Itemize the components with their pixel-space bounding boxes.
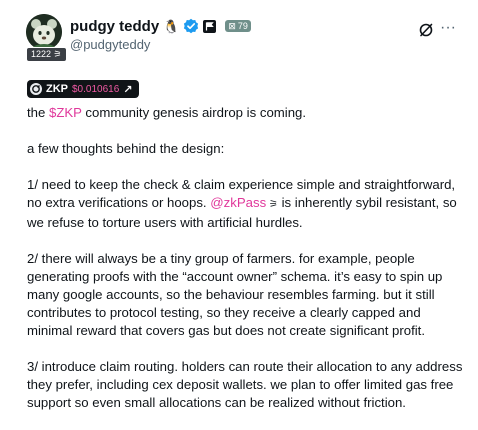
author-handle[interactable]: @pudgyteddy [70,37,150,52]
ticker-price: $0.010616 [72,83,120,95]
level-badge: 1222 ⚞ [26,47,67,62]
mention-badge-icon: ⚞ [266,199,278,210]
paragraph: 1/ need to keep the check & claim experi… [27,177,457,230]
flag-icon[interactable] [203,19,217,33]
zkp-logo-icon [30,83,42,95]
mention-link[interactable]: @zkPass [210,195,266,210]
grok-icon[interactable] [418,22,434,38]
score-icon: ⊠ [228,21,236,31]
paragraph: 3/ introduce claim routing. holders can … [27,359,463,410]
paragraph: the $ZKP community genesis airdrop is co… [27,105,307,120]
ticker-symbol: ZKP [46,83,68,95]
author-name-row: pudgy teddy 🐧 ⊠ 79 [70,16,251,36]
cashtag-link[interactable]: $ZKP [49,105,82,120]
post-card: 1222 ⚞ pudgy teddy 🐧 ⊠ 79 @pudgyteddy ··· [0,0,478,410]
verified-badge-icon[interactable] [183,18,199,34]
display-name[interactable]: pudgy teddy [70,18,159,35]
score-badge: ⊠ 79 [225,20,251,32]
avatar-image [26,14,62,50]
ticker-chip[interactable]: ZKP $0.010616 ↗ [27,80,139,98]
avatar[interactable]: 1222 ⚞ [26,14,67,62]
more-options-icon[interactable]: ··· [439,19,457,39]
paragraph: a few thoughts behind the design: [27,141,225,156]
post-text: the $ZKP community genesis airdrop is co… [27,104,467,430]
arrow-up-right-icon: ↗ [123,83,133,96]
creature-icon: 🐧 [163,18,180,34]
paragraph: 2/ there will always be a tiny group of … [27,251,443,338]
